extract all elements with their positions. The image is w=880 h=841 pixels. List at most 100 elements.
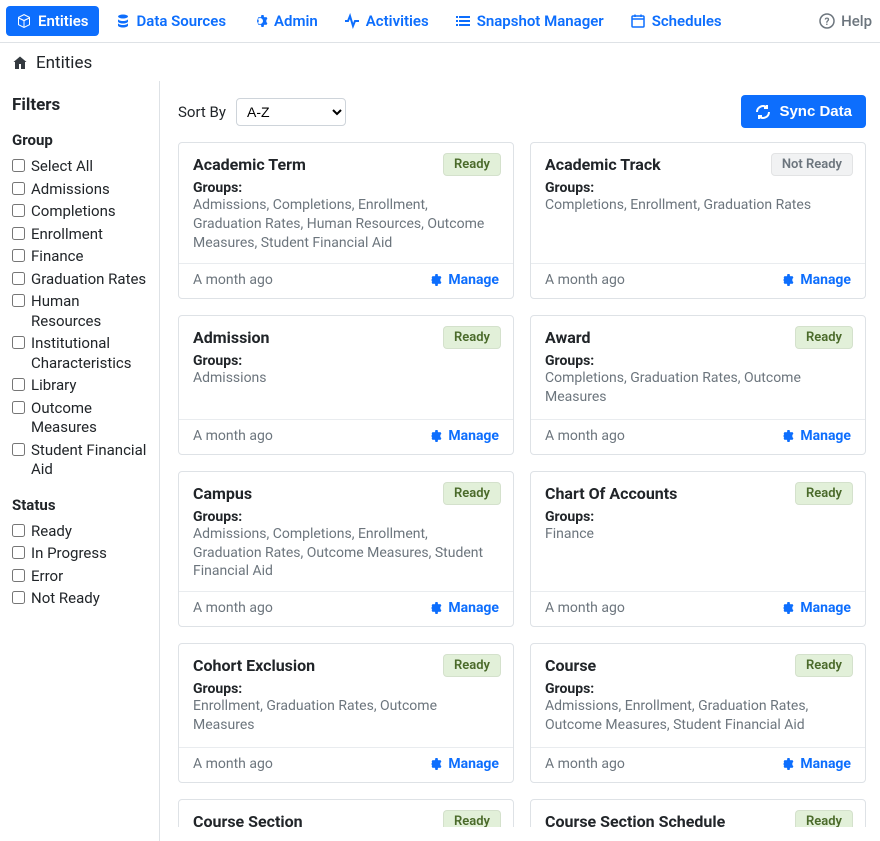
filter-group-item[interactable]: Select All bbox=[12, 157, 149, 177]
sort-select[interactable]: A-Z bbox=[236, 98, 346, 126]
status-badge: Ready bbox=[795, 482, 853, 505]
status-badge: Ready bbox=[795, 810, 853, 827]
gear-icon bbox=[778, 272, 794, 288]
manage-button[interactable]: Manage bbox=[426, 428, 499, 444]
filters-group-title: Group bbox=[12, 131, 149, 149]
filter-status-item[interactable]: Not Ready bbox=[12, 589, 149, 609]
filter-group-checkbox[interactable] bbox=[12, 182, 25, 195]
filter-status-label: Error bbox=[31, 567, 149, 587]
home-icon bbox=[12, 55, 28, 71]
nav-label: Entities bbox=[38, 12, 89, 30]
sort-by-label: Sort By bbox=[178, 103, 226, 121]
entity-card: Academic TermReadyGroups:Admissions, Com… bbox=[178, 142, 514, 299]
entity-card: Academic TrackNot ReadyGroups:Completion… bbox=[530, 142, 866, 299]
filter-group-checkbox[interactable] bbox=[12, 401, 25, 414]
groups-text: Admissions, Completions, Enrollment, Gra… bbox=[193, 525, 499, 582]
filter-group-label: Outcome Measures bbox=[31, 399, 149, 438]
gear-icon bbox=[426, 756, 442, 772]
groups-label: Groups: bbox=[545, 353, 851, 369]
filter-group-label: Human Resources bbox=[31, 292, 149, 331]
filter-status-item[interactable]: Error bbox=[12, 567, 149, 587]
main-content: Sort By A-Z Sync Data Academic TermReady… bbox=[160, 81, 880, 841]
filter-group-checkbox[interactable] bbox=[12, 272, 25, 285]
groups-text: Finance bbox=[545, 525, 851, 544]
status-badge: Ready bbox=[795, 326, 853, 349]
nav-label: Admin bbox=[274, 12, 318, 30]
filter-status-checkbox[interactable] bbox=[12, 524, 25, 537]
groups-label: Groups: bbox=[193, 509, 499, 525]
groups-text: Admissions bbox=[193, 369, 499, 388]
filter-group-checkbox[interactable] bbox=[12, 378, 25, 391]
filter-group-item[interactable]: Institutional Characteristics bbox=[12, 334, 149, 373]
entity-card: Cohort ExclusionReadyGroups:Enrollment, … bbox=[178, 643, 514, 783]
status-badge: Ready bbox=[443, 810, 501, 827]
manage-label: Manage bbox=[800, 600, 851, 616]
manage-button[interactable]: Manage bbox=[426, 600, 499, 616]
filter-group-label: Finance bbox=[31, 247, 149, 267]
filter-group-checkbox[interactable] bbox=[12, 336, 25, 349]
filter-status-checkbox[interactable] bbox=[12, 546, 25, 559]
nav-admin[interactable]: Admin bbox=[242, 6, 328, 36]
filter-group-item[interactable]: Finance bbox=[12, 247, 149, 267]
groups-text: Admissions, Enrollment, Graduation Rates… bbox=[545, 697, 851, 735]
sync-data-button[interactable]: Sync Data bbox=[741, 95, 866, 128]
filter-group-checkbox[interactable] bbox=[12, 443, 25, 456]
manage-label: Manage bbox=[448, 600, 499, 616]
nav-activities[interactable]: Activities bbox=[334, 6, 439, 36]
entity-card: CampusReadyGroups:Admissions, Completion… bbox=[178, 471, 514, 628]
filter-group-checkbox[interactable] bbox=[12, 159, 25, 172]
breadcrumb-label: Entities bbox=[36, 53, 92, 73]
nav-data-sources[interactable]: Data Sources bbox=[105, 6, 237, 36]
status-badge: Ready bbox=[443, 654, 501, 677]
filter-group-item[interactable]: Enrollment bbox=[12, 225, 149, 245]
manage-button[interactable]: Manage bbox=[778, 600, 851, 616]
nav-schedules[interactable]: Schedules bbox=[620, 6, 732, 36]
filter-group-checkbox[interactable] bbox=[12, 294, 25, 307]
filter-group-checkbox[interactable] bbox=[12, 249, 25, 262]
manage-button[interactable]: Manage bbox=[778, 272, 851, 288]
filter-group-label: Institutional Characteristics bbox=[31, 334, 149, 373]
gear-icon bbox=[426, 600, 442, 616]
groups-text: Completions, Enrollment, Graduation Rate… bbox=[545, 196, 851, 215]
filter-status-checkbox[interactable] bbox=[12, 591, 25, 604]
top-nav: Entities Data Sources Admin Activities Snaps… bbox=[0, 0, 880, 43]
gear-icon bbox=[778, 756, 794, 772]
entity-card: AwardReadyGroups:Completions, Graduation… bbox=[530, 315, 866, 455]
nav-label: Snapshot Manager bbox=[477, 12, 604, 30]
groups-label: Groups: bbox=[545, 681, 851, 697]
manage-button[interactable]: Manage bbox=[778, 428, 851, 444]
filter-group-item[interactable]: Outcome Measures bbox=[12, 399, 149, 438]
filter-group-item[interactable]: Graduation Rates bbox=[12, 270, 149, 290]
gear-icon bbox=[252, 13, 268, 29]
nav-snapshot-manager[interactable]: Snapshot Manager bbox=[445, 6, 614, 36]
filter-group-checkbox[interactable] bbox=[12, 227, 25, 240]
filter-group-label: Completions bbox=[31, 202, 149, 222]
nav-label: Data Sources bbox=[137, 12, 227, 30]
filter-group-item[interactable]: Completions bbox=[12, 202, 149, 222]
filter-group-item[interactable]: Library bbox=[12, 376, 149, 396]
nav-entities[interactable]: Entities bbox=[6, 6, 99, 36]
manage-button[interactable]: Manage bbox=[778, 756, 851, 772]
filter-status-checkbox[interactable] bbox=[12, 569, 25, 582]
stack-icon bbox=[115, 13, 131, 29]
help-label: Help bbox=[841, 12, 872, 30]
help-link[interactable]: ? Help bbox=[819, 12, 872, 30]
groups-label: Groups: bbox=[193, 353, 499, 369]
filter-group-checkbox[interactable] bbox=[12, 204, 25, 217]
manage-button[interactable]: Manage bbox=[426, 756, 499, 772]
entity-card: Chart Of AccountsReadyGroups:FinanceA mo… bbox=[530, 471, 866, 628]
filter-group-item[interactable]: Student Financial Aid bbox=[12, 441, 149, 480]
manage-label: Manage bbox=[800, 428, 851, 444]
filter-status-item[interactable]: Ready bbox=[12, 522, 149, 542]
filter-status-item[interactable]: In Progress bbox=[12, 544, 149, 564]
status-badge: Ready bbox=[443, 482, 501, 505]
manage-label: Manage bbox=[800, 272, 851, 288]
entity-timestamp: A month ago bbox=[193, 756, 273, 772]
manage-button[interactable]: Manage bbox=[426, 272, 499, 288]
manage-label: Manage bbox=[800, 756, 851, 772]
filter-group-item[interactable]: Human Resources bbox=[12, 292, 149, 331]
filter-group-item[interactable]: Admissions bbox=[12, 180, 149, 200]
filters-sidebar: Filters Group Select AllAdmissionsComple… bbox=[0, 81, 160, 841]
filters-status-title: Status bbox=[12, 496, 149, 514]
manage-label: Manage bbox=[448, 756, 499, 772]
